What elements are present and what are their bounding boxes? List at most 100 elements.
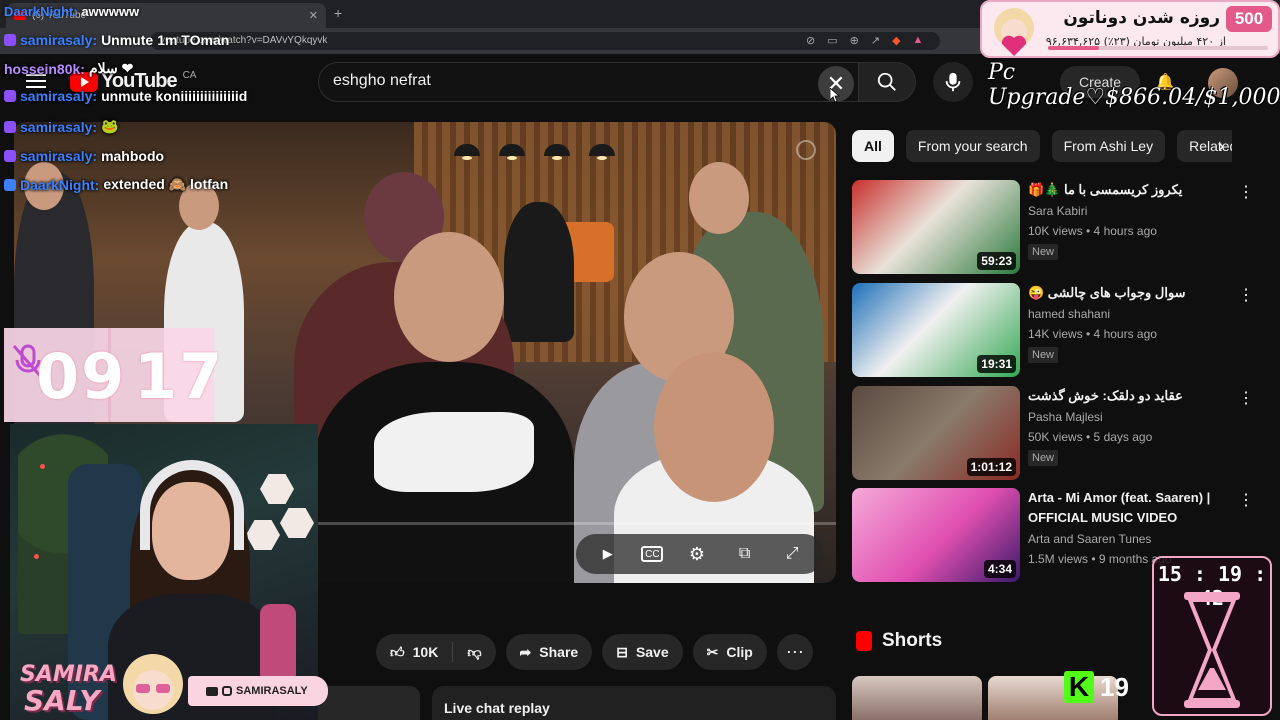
recommended-video[interactable]: 59:23 يکروز کریسمسی با ما 🎄🎁 Sara Kabiri… [852, 180, 1254, 276]
chip-from-your-search[interactable]: From your search [905, 130, 1040, 162]
sub-badge-icon [4, 120, 16, 133]
donation-avatar-icon [994, 8, 1034, 56]
chat-username: hossein80k: [4, 60, 85, 77]
video-meta: 1.5M views • 9 months ago [1028, 552, 1172, 566]
video-thumbnail[interactable]: 4:34 [852, 488, 1020, 582]
sub-badge-icon [4, 34, 16, 46]
subtitles-icon[interactable]: CC [641, 546, 664, 562]
channel-name[interactable]: Sara Kabiri [1028, 204, 1087, 218]
chip-label: Related [1189, 138, 1232, 154]
chat-line: samirasaly: 🐸 [4, 118, 119, 135]
address-bar-icons: ⊘ ▭ ⊕ ↗ ◆ ▲ [806, 34, 923, 47]
kick-logo-icon: K [1064, 671, 1094, 703]
share-button[interactable]: ➦ Share [505, 634, 593, 670]
share-icon[interactable]: ↗ [871, 34, 880, 47]
headphones [140, 460, 244, 550]
new-tab-icon[interactable]: + [334, 5, 342, 21]
mouse-cursor-icon [830, 88, 840, 102]
like-button[interactable]: 👍︎ 10K [376, 634, 452, 670]
recommended-video[interactable]: 1:01:12 عقاید دو دلقک: خوش گذشت Pasha Ma… [852, 386, 1254, 482]
search-input[interactable] [333, 72, 813, 90]
chat-username: samirasaly: [20, 118, 98, 135]
share-arrow-icon: ➦ [519, 643, 532, 660]
short-thumbnail[interactable] [852, 676, 982, 720]
bookmark-icon: ⊟ [616, 643, 628, 660]
chibi-avatar-icon [123, 654, 183, 714]
tree-light [40, 464, 45, 469]
sub-badge-icon [4, 90, 16, 102]
thumbs-down-icon: 👎︎ [467, 643, 482, 660]
zoom-icon[interactable]: ⊕ [850, 34, 859, 47]
person-head [689, 162, 749, 234]
video-title[interactable]: سوال وجواب های چالشی 😜 [1028, 283, 1224, 303]
chat-line: samirasaly: unmute koniiiiiiiiiiiiiiid [4, 88, 247, 104]
hexagon-light [260, 474, 294, 504]
fullscreen-icon[interactable]: ⤢ [778, 540, 806, 568]
live-chat-replay-header[interactable]: Live chat replay [432, 686, 836, 720]
chat-overlay-mute: samirasaly: Unmute 1m TOman [4, 32, 229, 48]
new-badge: New [1028, 450, 1059, 466]
channel-name[interactable]: hamed shahani [1028, 307, 1110, 321]
duration-badge: 4:34 [983, 560, 1016, 578]
video-actions: 👍︎ 10K 👎︎ ➦ Share ⊟ Save ✂ Clip ⋯ [376, 634, 813, 670]
shorts-icon [856, 631, 872, 651]
duration-badge: 1:01:12 [966, 458, 1016, 476]
voice-search-button[interactable] [933, 62, 973, 102]
video-thumbnail[interactable]: 59:23 [852, 180, 1020, 274]
chat-username: samirasaly: [20, 88, 98, 104]
donation-title: روزه شدن دوناتون [1063, 8, 1220, 28]
dislike-button[interactable]: 👎︎ [453, 634, 495, 670]
tree-light [34, 554, 39, 559]
filter-chips: All From your search From Ashi Ley Relat… [852, 130, 1232, 162]
donation-goal-widget: روزه شدن دوناتون 500 ۹۶,۶۳۴,۶۲۵ از ۴۲۰ م… [980, 0, 1280, 58]
kebab-menu-icon[interactable]: ⋮ [1238, 490, 1254, 510]
miniplayer-icon[interactable]: ⧉ [731, 540, 759, 568]
video-title[interactable]: Arta - Mi Amor (feat. Saaren) | OFFICIAL… [1028, 488, 1224, 528]
chip-all[interactable]: All [852, 130, 894, 162]
donation-count: 500 [1226, 6, 1272, 32]
more-icon: ⋯ [785, 641, 804, 662]
mod-badge-icon [4, 178, 16, 191]
tab-close-icon[interactable]: ✕ [309, 9, 318, 22]
new-badge: New [1028, 244, 1059, 260]
play-icon[interactable]: ▶ [594, 540, 622, 568]
chip-from-channel[interactable]: From Ashi Ley [1051, 130, 1166, 162]
video-meta: 10K views • 4 hours ago [1028, 224, 1157, 238]
kick-viewer-count: 19 [1100, 671, 1129, 702]
pc-upgrade-goal: Pc Upgrade♡$866.04/$1,000 [988, 60, 1280, 110]
channel-name[interactable]: Pasha Majlesi [1028, 410, 1103, 424]
video-title[interactable]: عقاید دو دلقک: خوش گذشت [1028, 386, 1224, 406]
search-button[interactable] [858, 62, 916, 102]
cast-icon[interactable]: ▭ [827, 34, 837, 47]
brave-rewards-icon[interactable]: ▲ [913, 34, 924, 47]
eye-off-icon[interactable]: ⊘ [806, 34, 815, 47]
chat-message: سلام ❤ [88, 60, 134, 76]
timer-minutes: 09 [36, 340, 127, 413]
video-meta: 14K views • 4 hours ago [1028, 327, 1157, 341]
chevron-right-icon[interactable]: › [1218, 136, 1224, 157]
video-title[interactable]: يکروز کریسمسی با ما 🎄🎁 [1028, 180, 1224, 200]
chat-username: samirasaly: [20, 148, 98, 164]
chat-message: mahbodo [101, 148, 165, 164]
recommended-video[interactable]: 19:31 سوال وجواب های چالشی 😜 hamed shaha… [852, 283, 1254, 379]
kebab-menu-icon[interactable]: ⋮ [1238, 388, 1254, 408]
clip-label: Clip [726, 644, 753, 660]
duration-badge: 19:31 [977, 355, 1016, 373]
like-dislike-group: 👍︎ 10K 👎︎ [376, 634, 496, 670]
video-thumbnail[interactable]: 1:01:12 [852, 386, 1020, 480]
more-actions-button[interactable]: ⋯ [776, 634, 813, 670]
settings-icon[interactable]: ⚙ [683, 540, 711, 568]
video-thumbnail[interactable]: 19:31 [852, 283, 1020, 377]
clip-button[interactable]: ✂ Clip [692, 634, 767, 670]
channel-name[interactable]: Arta and Saaren Tunes [1028, 532, 1151, 546]
save-button[interactable]: ⊟ Save [602, 634, 683, 670]
kebab-menu-icon[interactable]: ⋮ [1238, 182, 1254, 202]
scissors-icon: ✂ [706, 643, 719, 660]
socials-handle: SAMIRASALY [236, 685, 308, 697]
chat-message: extended 🙈 lotfan [103, 176, 229, 192]
like-count: 10K [412, 644, 439, 660]
info-icon[interactable] [796, 140, 816, 160]
brave-shield-icon[interactable]: ◆ [892, 34, 900, 47]
shorts-heading: Shorts [856, 630, 942, 652]
kebab-menu-icon[interactable]: ⋮ [1238, 285, 1254, 305]
